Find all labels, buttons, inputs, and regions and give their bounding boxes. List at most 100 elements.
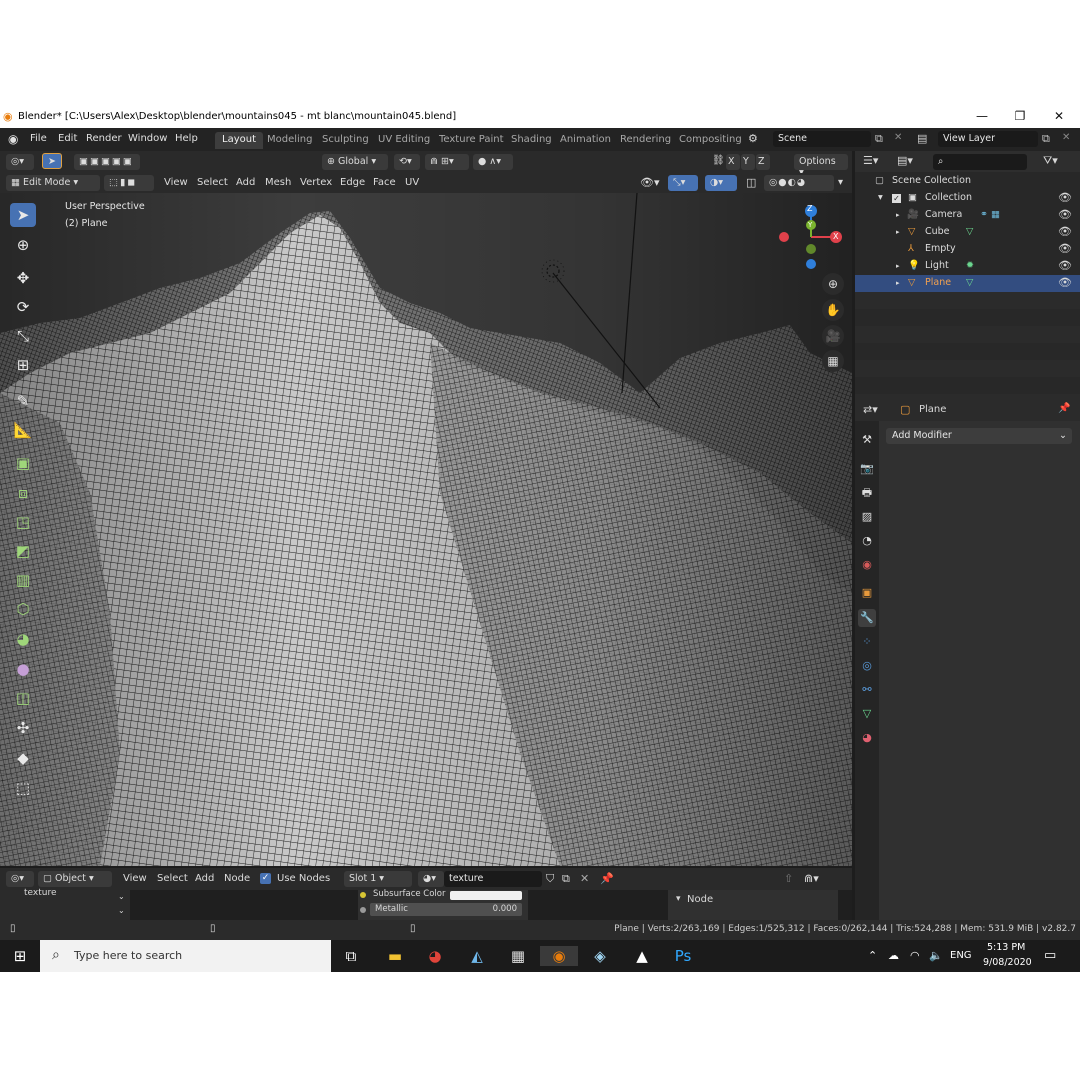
shading-mode-icons[interactable]: ◎●◐◕: [764, 175, 834, 191]
select-element-icons[interactable]: ⬚▮◼: [104, 175, 154, 191]
tab-texture-paint[interactable]: Texture Paint: [432, 132, 511, 149]
cloud-icon[interactable]: ☁: [888, 949, 899, 962]
view-layer-field[interactable]: View Layer: [938, 131, 1038, 147]
tab-compositing[interactable]: Compositing: [672, 132, 749, 149]
shading-options-icon[interactable]: ▾: [838, 177, 843, 188]
extrude-tool[interactable]: ⧈: [10, 481, 36, 505]
zoom-icon[interactable]: ⊕: [822, 273, 844, 295]
poly-build-tool[interactable]: ◕: [10, 627, 36, 651]
scene-icon[interactable]: ⚙: [748, 132, 758, 145]
outliner-editor-icon[interactable]: ☰▾: [863, 154, 878, 167]
cursor-tool[interactable]: ⊕: [10, 233, 36, 257]
shader-editor-canvas[interactable]: texture ⌄ ⌄ Subsurface Color Metallic 0.…: [0, 888, 852, 920]
expand-icon[interactable]: ▸: [896, 279, 900, 287]
menu-edge[interactable]: Edge: [340, 177, 365, 188]
tab-uv-editing[interactable]: UV Editing: [371, 132, 437, 149]
app-icon[interactable]: ◭: [466, 946, 488, 966]
app-icon[interactable]: ◈: [589, 946, 611, 966]
socket-icon[interactable]: [360, 907, 366, 913]
data-tab-icon[interactable]: ▽: [858, 705, 876, 723]
snap-icon[interactable]: ⋒ ⊞▾: [425, 154, 469, 170]
shrink-fatten-tool[interactable]: ◆: [10, 746, 36, 770]
orientation-dropdown[interactable]: ⊕ Global ▾: [322, 154, 388, 170]
scale-tool[interactable]: ⤡: [10, 324, 36, 348]
3d-viewport[interactable]: User Perspective (2) Plane ➤ ⊕ ✥ ⟳ ⤡ ⊞ ✎…: [0, 193, 852, 866]
outliner-search-input[interactable]: ⌕: [933, 154, 1027, 170]
duplicate-material-icon[interactable]: ⧉: [562, 872, 570, 886]
task-view-icon[interactable]: ⧉: [340, 946, 362, 966]
menu-file[interactable]: File: [30, 133, 47, 144]
pivot-icon[interactable]: ⟲▾: [394, 154, 420, 170]
parent-node-tree-icon[interactable]: ⇧: [784, 872, 793, 885]
select-box-tool[interactable]: ➤: [10, 203, 36, 227]
expand-icon[interactable]: ▸: [896, 228, 900, 236]
shader-type-dropdown[interactable]: ▢ Object ▾: [38, 871, 112, 887]
expand-icon[interactable]: ▾: [878, 192, 883, 203]
tab-modeling[interactable]: Modeling: [260, 132, 320, 149]
tree-item-empty[interactable]: ⅄ Empty 👁: [855, 241, 1080, 258]
node-menu-select[interactable]: Select: [157, 873, 188, 884]
node-menu-node[interactable]: Node: [224, 873, 250, 884]
mirror-y-toggle[interactable]: Y: [741, 154, 755, 170]
eye-icon[interactable]: 👁: [1058, 259, 1072, 272]
tab-sculpting[interactable]: Sculpting: [315, 132, 376, 149]
mountain-wireframe-mesh[interactable]: [0, 193, 852, 866]
camera-view-icon[interactable]: 🎥: [822, 325, 844, 347]
new-view-layer-icon[interactable]: ⧉: [1042, 132, 1050, 146]
eye-icon[interactable]: 👁: [1058, 208, 1072, 221]
xray-toggle-icon[interactable]: ◫: [746, 176, 756, 189]
mirror-icon[interactable]: ⛓: [712, 155, 725, 166]
bevel-tool[interactable]: ◩: [10, 539, 36, 563]
editor-type-icon[interactable]: ◎▾: [6, 154, 34, 170]
windows-start-icon[interactable]: ⊞: [9, 946, 31, 966]
expand-icon[interactable]: ▸: [896, 211, 900, 219]
eye-icon[interactable]: 👁: [1058, 225, 1072, 238]
spin-tool[interactable]: ●: [10, 657, 36, 681]
menu-help[interactable]: Help: [175, 133, 198, 144]
node-editor-type-icon[interactable]: ◎▾: [6, 871, 34, 887]
pan-hand-icon[interactable]: ✋: [822, 299, 844, 321]
physics-tab-icon[interactable]: ◎: [858, 657, 876, 675]
menu-window[interactable]: Window: [128, 133, 167, 144]
add-modifier-dropdown[interactable]: Add Modifier ⌄: [886, 428, 1072, 444]
tab-animation[interactable]: Animation: [553, 132, 618, 149]
tree-item-plane[interactable]: ▸ ▽ Plane ▽ 👁: [855, 275, 1080, 292]
transform-tool[interactable]: ⊞: [10, 353, 36, 377]
maximize-button[interactable]: ❐: [1008, 109, 1032, 125]
select-mode-icons[interactable]: ▣▣▣▣▣: [74, 154, 140, 170]
menu-edit[interactable]: Edit: [58, 133, 77, 144]
move-tool[interactable]: ✥: [10, 266, 36, 290]
world-tab-icon[interactable]: ◉: [858, 556, 876, 574]
remove-scene-icon[interactable]: ✕: [894, 132, 902, 143]
eye-icon[interactable]: 👁: [1058, 276, 1072, 289]
unlink-material-icon[interactable]: ✕: [580, 872, 589, 885]
node-menu-view[interactable]: View: [123, 873, 147, 884]
view-layer-icon[interactable]: ▤: [917, 132, 927, 145]
mode-dropdown[interactable]: ▦ Edit Mode ▾: [6, 175, 100, 191]
tree-item-light[interactable]: ▸ 💡 Light ✹ 👁: [855, 258, 1080, 275]
mirror-x-toggle[interactable]: X: [726, 154, 740, 170]
chevron-up-icon[interactable]: ⌃: [868, 949, 877, 962]
blender-taskbar-icon[interactable]: ◉: [540, 946, 578, 966]
slot-dropdown[interactable]: Slot 1 ▾: [344, 871, 412, 887]
knife-tool[interactable]: ⬡: [10, 597, 36, 621]
clock-date[interactable]: 9/08/2020: [983, 957, 1032, 968]
socket-icon[interactable]: [360, 892, 366, 898]
menu-view[interactable]: View: [164, 177, 188, 188]
expand-icon[interactable]: ▸: [896, 262, 900, 270]
scene-tab-icon[interactable]: ◔: [858, 532, 876, 550]
blender-menu-icon[interactable]: ◉: [8, 132, 18, 146]
ortho-grid-icon[interactable]: ▦: [822, 350, 844, 372]
menu-select[interactable]: Select: [197, 177, 228, 188]
loop-cut-tool[interactable]: ▥: [10, 568, 36, 592]
inset-tool[interactable]: ◳: [10, 510, 36, 534]
minimize-button[interactable]: —: [970, 109, 994, 125]
subsurface-color-swatch[interactable]: [450, 891, 522, 900]
principled-bsdf-node[interactable]: Subsurface Color Metallic 0.000: [358, 889, 528, 920]
menu-vertex[interactable]: Vertex: [300, 177, 332, 188]
properties-editor-icon[interactable]: ⇄▾: [863, 403, 878, 416]
measure-tool[interactable]: 📐: [10, 418, 36, 442]
rotate-tool[interactable]: ⟳: [10, 295, 36, 319]
annotate-tool[interactable]: ✎: [10, 389, 36, 413]
node-menu-add[interactable]: Add: [195, 873, 214, 884]
